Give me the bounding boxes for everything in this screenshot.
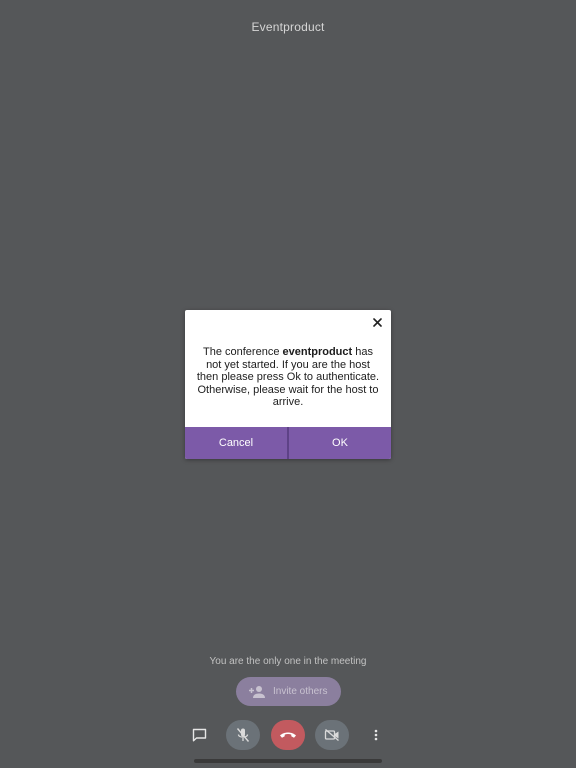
- dialog-message: The conference eventproduct has not yet …: [195, 346, 381, 409]
- alone-message: You are the only one in the meeting: [209, 656, 367, 667]
- toggle-camera-button[interactable]: [315, 720, 349, 750]
- mute-microphone-button[interactable]: [226, 720, 260, 750]
- message-before: The conference: [203, 346, 283, 358]
- chat-icon[interactable]: [190, 727, 208, 743]
- conference-not-started-dialog: The conference eventproduct has not yet …: [185, 310, 391, 459]
- conference-name: eventproduct: [282, 346, 353, 358]
- hangup-icon: [279, 730, 297, 740]
- person-add-icon: [248, 683, 266, 701]
- home-indicator[interactable]: [194, 759, 382, 763]
- mic-off-icon: [236, 727, 250, 743]
- cancel-button[interactable]: Cancel: [185, 427, 287, 459]
- invite-label: Invite others: [273, 686, 328, 697]
- close-icon[interactable]: [370, 315, 384, 329]
- camera-off-icon: [324, 728, 340, 742]
- dialog-actions: Cancel OK: [185, 427, 391, 459]
- meeting-title: Eventproduct: [251, 20, 325, 34]
- more-vertical-icon[interactable]: [370, 727, 382, 743]
- hangup-button[interactable]: [271, 720, 305, 750]
- invite-others-button[interactable]: Invite others: [236, 677, 341, 706]
- ok-button[interactable]: OK: [289, 427, 391, 459]
